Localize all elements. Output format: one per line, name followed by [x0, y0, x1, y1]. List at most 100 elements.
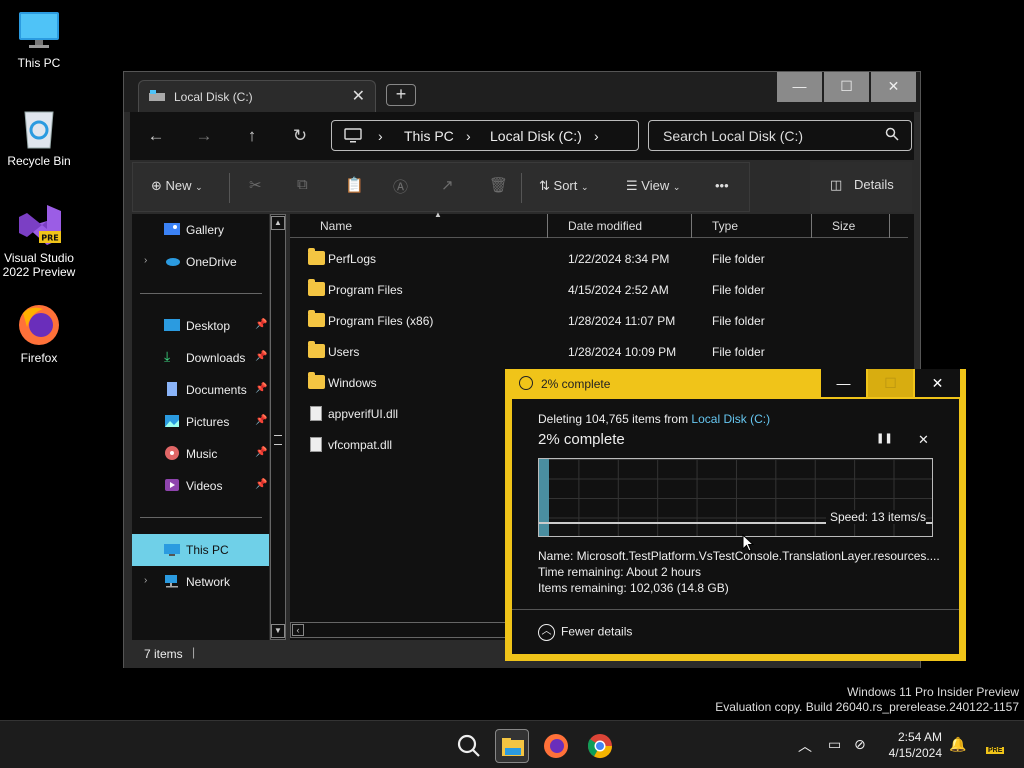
- horizontal-scrollbar[interactable]: ‹: [290, 622, 506, 638]
- breadcrumb-separator: ›: [594, 128, 599, 144]
- table-row[interactable]: PerfLogs 1/22/2024 8:34 PM File folder: [290, 243, 908, 274]
- sort-button[interactable]: ⇅ Sort ⌄: [539, 178, 589, 194]
- pause-button[interactable]: ❚❚: [876, 433, 893, 444]
- source-link[interactable]: Local Disk (C:): [691, 412, 770, 426]
- sidebar-item-label: Music: [186, 447, 218, 461]
- copy-icon[interactable]: ⧉: [297, 176, 308, 193]
- firefox-taskbar-icon[interactable]: [539, 729, 573, 763]
- table-row[interactable]: Users 1/28/2024 10:09 PM File folder: [290, 336, 908, 367]
- desktop-icon-this-pc[interactable]: This PC: [2, 8, 76, 70]
- share-icon[interactable]: ↗: [441, 176, 454, 194]
- speed-graph: Speed: 13 items/s: [538, 458, 933, 537]
- chrome-taskbar-icon[interactable]: [583, 729, 617, 763]
- column-header-type[interactable]: Type: [706, 214, 812, 238]
- new-tab-button[interactable]: +: [386, 84, 416, 106]
- folder-icon: [308, 279, 325, 296]
- cut-icon[interactable]: ✂: [249, 176, 262, 194]
- table-row[interactable]: Program Files 4/15/2024 2:52 AM File fol…: [290, 274, 908, 305]
- notification-bell-icon[interactable]: 🔔: [949, 736, 966, 753]
- chevron-right-icon[interactable]: ›: [144, 575, 147, 586]
- file-type: File folder: [712, 314, 765, 328]
- deleting-message: Deleting 104,765 items from Local Disk (…: [538, 412, 770, 426]
- table-row[interactable]: Program Files (x86) 1/28/2024 11:07 PM F…: [290, 305, 908, 336]
- up-icon[interactable]: ↑: [240, 124, 264, 148]
- taskbar-clock[interactable]: 2:54 AM 4/15/2024: [880, 729, 942, 761]
- sidebar-scrollbar[interactable]: ▲ ▼: [270, 214, 286, 640]
- minimize-button[interactable]: —: [777, 72, 822, 102]
- title-bar: Local Disk (C:) ✕ + — ☐ ✕: [124, 72, 920, 112]
- dialog-minimize-button[interactable]: —: [821, 369, 866, 397]
- search-icon[interactable]: [452, 729, 486, 763]
- desktop-icon-visual-studio[interactable]: PRE Visual Studio 2022 Preview: [2, 203, 76, 279]
- desktop-icon-firefox[interactable]: Firefox: [2, 303, 76, 365]
- new-button[interactable]: ⊕ New ⌄: [151, 178, 203, 194]
- sidebar-item-label: Desktop: [186, 319, 231, 333]
- pin-icon[interactable]: 📌: [255, 415, 267, 426]
- sort-label: Sort: [553, 178, 578, 193]
- back-icon[interactable]: ←: [144, 124, 168, 148]
- tab-close-icon[interactable]: ✕: [352, 86, 365, 106]
- status-divider: |: [192, 645, 196, 659]
- chevron-right-icon[interactable]: ›: [144, 255, 147, 266]
- chevron-up-icon[interactable]: ︿: [798, 736, 812, 756]
- sidebar-item-network[interactable]: › Network: [132, 569, 269, 595]
- plus-circle-icon: ⊕: [151, 178, 162, 193]
- view-button[interactable]: ☰ View ⌄: [626, 178, 680, 194]
- gallery-icon: [164, 223, 180, 235]
- address-bar[interactable]: › This PC › Local Disk (C:) ›: [331, 120, 639, 151]
- file-explorer-taskbar-icon[interactable]: [495, 729, 529, 763]
- sidebar-item-downloads[interactable]: ⤓ Downloads 📌: [132, 345, 269, 371]
- view-icon: ☰: [626, 178, 638, 193]
- cancel-button[interactable]: ✕: [918, 432, 929, 448]
- close-button[interactable]: ✕: [871, 72, 916, 102]
- column-header-name[interactable]: Name: [314, 214, 548, 238]
- file-date: 1/22/2024 8:34 PM: [568, 252, 670, 266]
- sidebar-item-label: Pictures: [186, 415, 230, 429]
- fewer-details-button[interactable]: ︿ Fewer details: [538, 624, 632, 641]
- dialog-close-button[interactable]: ✕: [915, 369, 960, 397]
- sidebar-item-onedrive[interactable]: › OneDrive: [132, 249, 269, 275]
- navigation-bar: ← → ↑ ↻ › This PC › Local Disk (C:) › Se…: [130, 112, 914, 160]
- scroll-down-icon[interactable]: ▼: [271, 624, 285, 638]
- sidebar-item-desktop[interactable]: Desktop 📌: [132, 313, 269, 339]
- scroll-thumb[interactable]: [274, 435, 282, 445]
- more-options-icon[interactable]: •••: [715, 178, 729, 193]
- forward-icon[interactable]: →: [192, 124, 216, 148]
- sidebar-item-videos[interactable]: Videos 📌: [132, 473, 269, 499]
- pin-icon[interactable]: 📌: [255, 319, 267, 330]
- column-header-date[interactable]: Date modified: [562, 214, 692, 238]
- refresh-icon[interactable]: ↻: [288, 124, 312, 148]
- search-box[interactable]: Search Local Disk (C:): [648, 120, 912, 151]
- desktop-icon-recycle-bin[interactable]: Recycle Bin: [2, 106, 76, 168]
- column-header-size[interactable]: Size: [826, 214, 890, 238]
- pin-icon[interactable]: 📌: [255, 479, 267, 490]
- pin-icon[interactable]: 📌: [255, 351, 267, 362]
- sidebar-item-documents[interactable]: Documents 📌: [132, 377, 269, 403]
- file-date: 1/28/2024 10:09 PM: [568, 345, 677, 359]
- divider: [229, 173, 230, 203]
- paste-icon[interactable]: 📋: [345, 176, 364, 194]
- network-disconnected-icon[interactable]: ⊘: [854, 736, 866, 753]
- breadcrumb-this-pc[interactable]: This PC: [404, 128, 454, 144]
- details-button[interactable]: ◫ Details: [810, 162, 912, 212]
- rename-icon[interactable]: Ⓐ: [393, 176, 408, 197]
- pin-icon[interactable]: 📌: [255, 447, 267, 458]
- scroll-left-icon[interactable]: ‹: [292, 624, 304, 636]
- breadcrumb-local-disk[interactable]: Local Disk (C:): [490, 128, 582, 144]
- file-date: 4/15/2024 2:52 AM: [568, 283, 669, 297]
- sidebar-item-gallery[interactable]: Gallery: [132, 217, 269, 243]
- firefox-icon: [17, 303, 61, 347]
- tab-local-disk[interactable]: Local Disk (C:) ✕: [138, 80, 376, 112]
- sidebar-item-music[interactable]: Music 📌: [132, 441, 269, 467]
- time-remaining: Time remaining: About 2 hours: [538, 565, 701, 579]
- column-header-row: Name ▲ Date modified Type Size: [290, 210, 908, 238]
- scroll-up-icon[interactable]: ▲: [271, 216, 285, 230]
- fewer-details-label: Fewer details: [561, 624, 633, 639]
- sidebar-item-pictures[interactable]: Pictures 📌: [132, 409, 269, 435]
- maximize-button[interactable]: ☐: [824, 72, 869, 102]
- pin-icon[interactable]: 📌: [255, 383, 267, 394]
- sidebar-item-this-pc[interactable]: This PC: [132, 534, 269, 566]
- delete-icon[interactable]: 🗑: [489, 176, 508, 194]
- dialog-maximize-button[interactable]: ☐: [868, 369, 913, 397]
- display-icon[interactable]: ▭: [828, 736, 841, 753]
